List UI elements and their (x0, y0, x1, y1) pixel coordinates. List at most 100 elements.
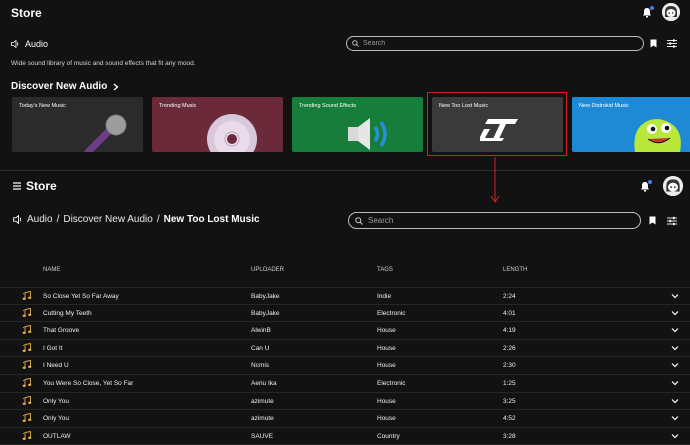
filter-settings-icon[interactable] (667, 216, 677, 226)
track-name: OUTLAW (43, 432, 71, 440)
audio-section-label: Audio (11, 39, 48, 49)
panel-divider (0, 170, 690, 171)
notification-dot (650, 6, 654, 10)
column-header-length[interactable]: LENGTH (503, 267, 527, 273)
track-name: Only You (43, 415, 70, 423)
track-tags: House (377, 344, 396, 352)
card-label: Trending Sound Effects (299, 103, 357, 109)
track-uploader[interactable]: Can U (251, 345, 269, 352)
card-label: New Distrokid Music (579, 103, 629, 109)
track-name: I Need U (43, 362, 69, 370)
arrow-down-indicator (490, 157, 500, 203)
breadcrumb-audio[interactable]: Audio (27, 214, 53, 225)
track-length: 2:24 (503, 293, 516, 300)
audio-description: Wide sound library of music and sound ef… (11, 60, 196, 67)
music-note-icon (22, 395, 32, 406)
bookmark-icon[interactable] (650, 39, 657, 48)
speaker-icon (13, 215, 22, 224)
chevron-down-icon[interactable] (671, 344, 679, 352)
audio-label: Audio (25, 39, 49, 49)
track-uploader[interactable]: AlwinB (251, 327, 271, 334)
track-uploader[interactable]: azimute (251, 398, 274, 405)
table-row[interactable]: OUTLAW SAUVE Country 3:28 (0, 428, 690, 445)
filter-settings-icon[interactable] (667, 39, 677, 48)
music-note-icon (22, 307, 32, 318)
table-row[interactable]: You Were So Close, Yet So Far Aeriu Ika El… (0, 375, 690, 393)
chevron-down-icon[interactable] (671, 361, 679, 369)
track-length: 1:25 (503, 379, 516, 387)
table-row[interactable]: Only You azimute House 4:52 (0, 410, 690, 428)
music-note-icon (22, 360, 32, 370)
chevron-down-icon[interactable] (671, 432, 679, 440)
chevron-down-icon[interactable] (671, 292, 679, 300)
table-row[interactable]: I Need U Ncmis House 2:30 (0, 357, 690, 375)
avatar[interactable] (662, 3, 680, 21)
breadcrumb-current: New Too Lost Music (163, 214, 260, 225)
track-uploader[interactable]: SAUVE (251, 433, 273, 440)
avatar-face-icon (663, 176, 683, 196)
speaker-volume-icon (348, 118, 387, 150)
column-header-name[interactable]: NAME (43, 267, 60, 273)
breadcrumb-separator: / (156, 214, 160, 225)
chevron-down-icon[interactable] (671, 379, 679, 387)
track-tags: House (377, 397, 396, 405)
track-uploader[interactable]: Aeriu Ika (251, 380, 277, 387)
microphone-icon (84, 114, 127, 152)
card-new-distrokid-music[interactable]: New Distrokid Music (572, 97, 690, 152)
column-header-uploader[interactable]: UPLOADER (251, 267, 284, 273)
track-name: So Close Yet So Far Away (43, 293, 119, 300)
music-note-icon (22, 377, 32, 388)
avatar-face-icon (662, 3, 680, 21)
search-input[interactable] (363, 40, 613, 47)
distrokid-mascot-icon (634, 119, 681, 152)
page-title: Store (26, 179, 57, 193)
table-row[interactable]: That Groove AlwinB House 4:19 (0, 322, 690, 340)
search-icon (355, 216, 363, 225)
discover-heading-label: Discover New Audio (11, 81, 108, 92)
card-trending-sound-effects[interactable]: Trending Sound Effects (292, 97, 423, 152)
avatar[interactable] (663, 176, 683, 196)
track-name: You Were So Close, Yet So Far (43, 379, 134, 387)
table-row[interactable]: I Got It Can U House 2:26 (0, 340, 690, 358)
chevron-down-icon[interactable] (671, 397, 679, 405)
music-note-icon (22, 290, 32, 301)
track-uploader[interactable]: azimute (251, 415, 274, 422)
track-tags: Electronic (377, 379, 406, 387)
selected-card-highlight (427, 92, 567, 156)
track-length: 2:26 (503, 344, 516, 352)
card-label: Trending Music (159, 103, 197, 109)
track-name: Cutting My Teeth (43, 309, 92, 317)
column-header-tags[interactable]: TAGS (377, 267, 393, 273)
card-todays-new-music[interactable]: Today's New Music (12, 97, 143, 152)
track-uploader[interactable]: BabyJake (251, 293, 280, 300)
menu-icon[interactable] (13, 182, 21, 190)
chevron-down-icon[interactable] (671, 414, 679, 422)
card-label: Today's New Music (19, 103, 66, 109)
track-uploader[interactable]: BabyJake (251, 310, 280, 317)
track-uploader[interactable]: Ncmis (251, 362, 269, 369)
track-list: So Close Yet So Far Away BabyJake Indie 2:2… (0, 287, 690, 445)
audio-store-panel: Store Audio Search Wide sound library of… (0, 0, 690, 170)
track-tags: Country (377, 432, 400, 440)
track-name: I Got It (43, 344, 63, 352)
table-row[interactable]: Only You azimute House 3:25 (0, 393, 690, 411)
track-length: 2:30 (503, 362, 516, 370)
track-tags: Indie (377, 293, 392, 300)
bookmark-icon[interactable] (649, 216, 656, 225)
breadcrumb-discover[interactable]: Discover New Audio (63, 214, 152, 225)
chevron-down-icon[interactable] (671, 309, 679, 317)
search-bar[interactable] (348, 212, 641, 229)
track-length: 4:52 (503, 415, 516, 423)
cd-disc-icon (207, 114, 257, 152)
table-row[interactable]: So Close Yet So Far Away BabyJake Indie 2:2… (0, 287, 690, 305)
track-tags: House (377, 327, 396, 335)
card-trending-music[interactable]: Trending Music (152, 97, 283, 152)
chevron-down-icon[interactable] (671, 326, 679, 334)
table-row[interactable]: Cutting My Teeth BabyJake Electronic 4:01 (0, 305, 690, 323)
search-input[interactable] (368, 216, 618, 225)
search-bar[interactable] (346, 36, 644, 51)
breadcrumb-separator: / (56, 214, 60, 225)
discover-heading[interactable]: Discover New Audio (11, 81, 119, 92)
breadcrumb: Audio / Discover New Audio / New Too Los… (13, 214, 260, 225)
page-title-store: Store (13, 179, 57, 193)
